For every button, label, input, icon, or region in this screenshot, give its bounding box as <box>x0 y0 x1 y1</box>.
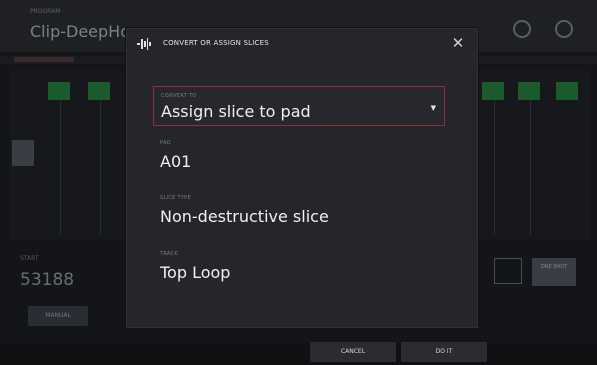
pad-label: PAD <box>160 140 171 146</box>
slice-type-field[interactable]: SLICE TYPE Non-destructive slice <box>153 191 445 231</box>
pad-value: A01 <box>160 152 192 171</box>
start-value[interactable]: 53188 <box>20 270 74 290</box>
tool-button[interactable] <box>494 258 522 284</box>
convert-to-label: CONVERT TO <box>161 93 197 99</box>
start-label: START <box>20 255 39 262</box>
convert-to-value: Assign slice to pad <box>161 102 311 121</box>
slice-line <box>60 100 61 235</box>
one-shot-button[interactable]: ONE SHOT <box>532 258 576 286</box>
slice-line <box>100 100 101 235</box>
pad-field[interactable]: PAD A01 <box>153 136 445 176</box>
track-value: Top Loop <box>160 263 231 282</box>
track-label: TRACK <box>160 251 178 257</box>
slice-marker[interactable] <box>518 82 540 100</box>
slice-line <box>494 100 495 235</box>
convert-to-select[interactable]: CONVERT TO Assign slice to pad ▼ <box>153 86 445 126</box>
slice-icon <box>137 38 151 50</box>
side-handle[interactable] <box>12 140 34 166</box>
manual-button[interactable]: MANUAL <box>28 306 88 326</box>
bottom-bar <box>0 343 597 365</box>
do-it-button[interactable]: DO IT <box>401 342 487 362</box>
cancel-button[interactable]: CANCEL <box>310 342 396 362</box>
slice-marker[interactable] <box>88 82 110 100</box>
program-label: PROGRAM <box>30 8 61 15</box>
top-icons <box>513 20 573 38</box>
slice-line <box>530 100 531 235</box>
knob-icon[interactable] <box>513 20 531 38</box>
track-field[interactable]: TRACK Top Loop <box>153 247 445 287</box>
settings-icon[interactable] <box>555 20 573 38</box>
slice-marker[interactable] <box>48 82 70 100</box>
dialog-header: CONVERT OR ASSIGN SLICES ✕ <box>127 29 477 59</box>
convert-assign-dialog: CONVERT OR ASSIGN SLICES ✕ CONVERT TO As… <box>126 28 478 328</box>
chevron-down-icon: ▼ <box>430 104 436 112</box>
slice-marker[interactable] <box>482 82 504 100</box>
dialog-title: CONVERT OR ASSIGN SLICES <box>163 39 269 47</box>
slice-marker[interactable] <box>556 82 578 100</box>
slice-type-label: SLICE TYPE <box>160 195 191 201</box>
close-icon[interactable]: ✕ <box>449 34 467 52</box>
slice-type-value: Non-destructive slice <box>160 207 329 226</box>
